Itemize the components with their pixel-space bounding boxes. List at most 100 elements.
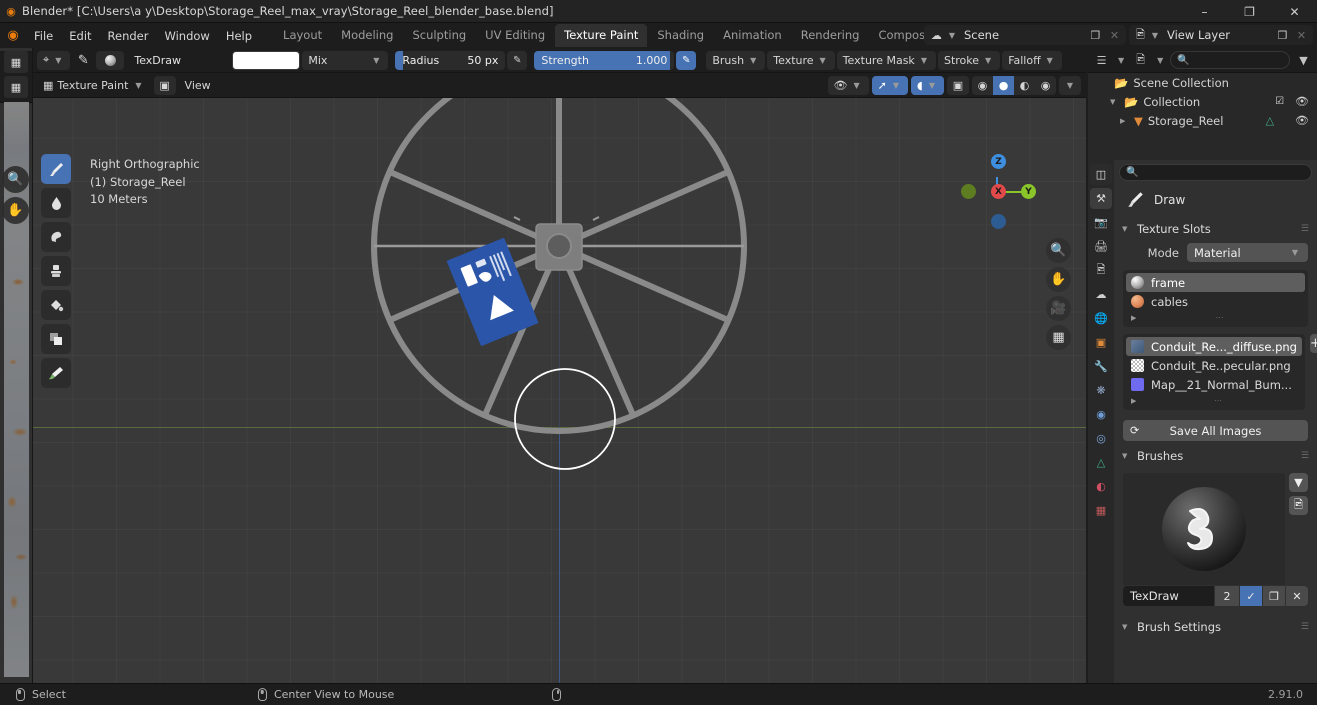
outliner-filter-scene-icon[interactable]: 🖻	[1131, 50, 1150, 70]
gizmo-neg-y-axis[interactable]	[961, 184, 976, 199]
properties-editor-type-icon[interactable]: ◫	[1090, 164, 1112, 185]
chevron-down-icon[interactable]: ▼	[1149, 31, 1161, 40]
brush-thumbnail[interactable]	[1123, 473, 1285, 585]
minimize-button[interactable]: –	[1182, 0, 1227, 23]
zoom-icon[interactable]: 🔍	[2, 166, 29, 193]
maximize-button[interactable]: ❐	[1227, 0, 1272, 23]
material-slot-item[interactable]: frame	[1126, 273, 1305, 292]
collection-checkbox[interactable]: ☑	[1275, 96, 1284, 107]
tab-physics[interactable]: ◉	[1090, 404, 1112, 425]
outliner-row-storage-reel[interactable]: ▶ ▼ Storage_Reel △ 👁	[1088, 111, 1317, 130]
chevron-down-icon[interactable]: ▼	[946, 31, 958, 40]
filter-icon[interactable]: ▼	[1294, 50, 1313, 70]
mesh-data-icon[interactable]: △	[1266, 114, 1274, 127]
image-icon[interactable]: 🖻	[1289, 496, 1308, 515]
x-icon[interactable]: ✕	[1286, 586, 1308, 606]
falloff-mode-button[interactable]: ⌖ ▼	[37, 50, 71, 70]
menu-edit[interactable]: Edit	[61, 26, 99, 46]
tab-uv-editing[interactable]: UV Editing	[476, 24, 554, 47]
viewport-canvas[interactable]: Right Orthographic (1) Storage_Reel 10 M…	[33, 98, 1086, 683]
expand-triangle-icon[interactable]: ▶	[1120, 117, 1129, 125]
outliner-display-mode-icon[interactable]: ☰	[1092, 50, 1111, 70]
blend-mode-select[interactable]: Mix ▼	[302, 50, 389, 70]
tab-animation[interactable]: Animation	[714, 24, 791, 47]
panel-collapse-triangle-icon[interactable]: ▼	[1122, 225, 1131, 233]
brush-popover[interactable]: Brush ▼	[706, 50, 766, 70]
visibility-popover[interactable]: 👁 ▼	[827, 75, 869, 95]
brush-users-count[interactable]: 2	[1215, 586, 1239, 606]
scene-name[interactable]: Scene	[958, 28, 1086, 42]
copy-icon[interactable]: ❐	[1263, 586, 1285, 606]
save-all-images-button[interactable]: ⟳ Save All Images	[1123, 420, 1308, 441]
image-slot-list[interactable]: Conduit_Re..._diffuse.png Conduit_Re..pe…	[1123, 334, 1305, 410]
view-layer-name[interactable]: View Layer	[1161, 28, 1273, 42]
tab-material[interactable]: ◐	[1090, 476, 1112, 497]
panel-brush-settings[interactable]: ▼ Brush Settings ☰	[1114, 616, 1317, 638]
resize-grip-icon[interactable]: ⋯	[1214, 396, 1223, 405]
expand-triangle-icon[interactable]: ▶	[1131, 314, 1140, 322]
pan-hand-icon[interactable]: ✋	[2, 197, 29, 224]
tab-constraints[interactable]: ◎	[1090, 428, 1112, 449]
navigation-gizmo[interactable]: X Y Z	[960, 150, 1036, 229]
soften-tool[interactable]	[41, 188, 71, 218]
material-slot-item[interactable]: cables	[1126, 292, 1305, 311]
menu-help[interactable]: Help	[218, 26, 260, 46]
tab-render[interactable]: 📷	[1090, 212, 1112, 233]
radius-pressure-toggle[interactable]: ✎	[507, 50, 528, 70]
shading-popover-chevron[interactable]: ▼	[1059, 75, 1081, 95]
panel-brushes[interactable]: ▼ Brushes ☰	[1114, 445, 1317, 467]
tab-view-layer[interactable]: 🖻	[1090, 260, 1112, 281]
falloff-popover[interactable]: Falloff ▼	[1002, 50, 1062, 70]
tab-world[interactable]: 🌐	[1090, 308, 1112, 329]
strength-slider[interactable]: Strength 1.000	[534, 50, 675, 70]
tab-modeling[interactable]: Modeling	[332, 24, 402, 47]
chevron-down-icon[interactable]: ▼	[52, 56, 64, 65]
remove-view-layer-icon[interactable]: ✕	[1292, 25, 1311, 45]
shading-solid-icon[interactable]: ●	[993, 75, 1014, 95]
draw-brush-tool[interactable]	[41, 154, 71, 184]
outliner-row-collection[interactable]: ▼ 📂 Collection ☑ 👁	[1088, 92, 1317, 111]
texture-popover[interactable]: Texture ▼	[767, 50, 835, 70]
zoom-icon[interactable]: 🔍	[1046, 238, 1071, 263]
smear-tool[interactable]	[41, 222, 71, 252]
texture-slot-mode-select[interactable]: Material ▼	[1187, 243, 1308, 262]
tab-modifiers[interactable]: 🔧	[1090, 356, 1112, 377]
expand-triangle-icon[interactable]: ▶	[1131, 397, 1140, 405]
gizmo-y-axis[interactable]: Y	[1021, 184, 1036, 199]
paint-mode-icon[interactable]: ▦	[4, 76, 28, 98]
brush-name-field[interactable]: TexDraw	[1123, 586, 1214, 606]
scene-selector[interactable]: ☁ ▼ Scene ❐ ✕	[923, 25, 1126, 45]
radius-slider[interactable]: Radius 50 px	[395, 50, 506, 70]
new-view-layer-icon[interactable]: ❐	[1273, 25, 1292, 45]
tab-output[interactable]: 🖨	[1090, 236, 1112, 257]
gizmo-x-axis[interactable]: X	[991, 184, 1006, 199]
editor-type-icon[interactable]: ▦	[4, 51, 28, 73]
overlays-popover[interactable]: ◖ ▼	[911, 75, 944, 95]
shading-rendered-icon[interactable]: ◉	[1035, 76, 1056, 95]
image-slot-item[interactable]: Map__21_Normal_Bum...	[1126, 375, 1302, 394]
annotate-tool[interactable]	[41, 358, 71, 388]
shading-material-preview-icon[interactable]: ◐	[1014, 76, 1035, 95]
gizmo-neg-z-axis[interactable]	[991, 214, 1006, 229]
brush-name-field[interactable]: TexDraw	[126, 50, 231, 70]
gizmo-z-axis[interactable]: Z	[991, 154, 1006, 169]
tab-object[interactable]: ▣	[1090, 332, 1112, 353]
xray-toggle[interactable]: ▣	[947, 75, 969, 95]
stroke-popover[interactable]: Stroke ▼	[937, 50, 1001, 70]
outliner-search-input[interactable]: 🔍	[1170, 51, 1290, 69]
chevron-down-icon[interactable]: ▼	[1289, 473, 1308, 492]
menu-window[interactable]: Window	[156, 26, 217, 46]
tab-scene[interactable]: ☁	[1090, 284, 1112, 305]
material-slot-list[interactable]: frame cables ▶ ⋯	[1123, 270, 1308, 327]
tab-particles[interactable]: ❋	[1090, 380, 1112, 401]
fill-tool[interactable]	[41, 290, 71, 320]
tab-rendering[interactable]: Rendering	[792, 24, 869, 47]
gizmos-popover[interactable]: ➚ ▼	[871, 75, 909, 95]
clone-tool[interactable]	[41, 256, 71, 286]
panel-collapse-triangle-icon[interactable]: ▼	[1122, 623, 1131, 631]
outliner-row-scene-collection[interactable]: 📂 Scene Collection	[1088, 73, 1317, 92]
add-texture-slot-button[interactable]: +	[1309, 334, 1317, 353]
shield-icon[interactable]: ✓	[1240, 586, 1262, 606]
image-slot-item[interactable]: Conduit_Re..._diffuse.png	[1126, 337, 1302, 356]
camera-icon[interactable]: 🎥	[1046, 296, 1071, 321]
